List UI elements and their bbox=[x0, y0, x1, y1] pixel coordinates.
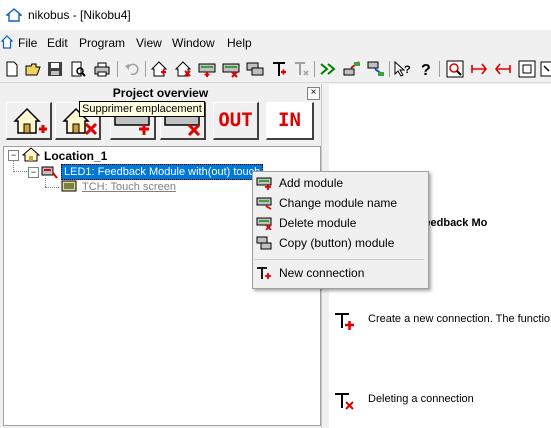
menu-help[interactable]: Help bbox=[227, 36, 252, 50]
toolbar-separator bbox=[439, 61, 440, 77]
tooltip: Supprimer emplacement bbox=[79, 101, 205, 117]
toolbar-separator bbox=[117, 61, 118, 77]
menu-item-new-connection[interactable]: New connection bbox=[279, 266, 364, 280]
toolbar-separator bbox=[389, 61, 390, 77]
new-connection-icon bbox=[256, 266, 272, 280]
delete-module-icon[interactable] bbox=[222, 60, 240, 78]
tree-item-touchscreen[interactable]: TCH: Touch screen bbox=[82, 181, 176, 193]
save-icon[interactable] bbox=[46, 60, 64, 78]
delete-connection-icon bbox=[333, 391, 355, 411]
menu-separator bbox=[255, 259, 424, 260]
module-up-icon[interactable] bbox=[343, 60, 361, 78]
panel-close-button[interactable]: × bbox=[307, 87, 320, 100]
details-row-delete-connection: Deleting a connection bbox=[368, 393, 474, 405]
menu-program[interactable]: Program bbox=[79, 36, 125, 50]
undo-icon[interactable] bbox=[123, 60, 141, 78]
tree-line bbox=[45, 178, 46, 187]
copy-module-icon bbox=[256, 236, 272, 250]
document-icon[interactable] bbox=[0, 35, 14, 49]
panel-title: Project overview bbox=[112, 86, 209, 100]
details-row-new-connection: Create a new connection. The functio bbox=[368, 313, 551, 325]
menu-item-change-module-name[interactable]: Change module name bbox=[279, 196, 397, 210]
module-down-icon[interactable] bbox=[367, 60, 385, 78]
tree-line bbox=[45, 187, 59, 188]
menu-window[interactable]: Window bbox=[172, 36, 215, 50]
menu-item-copy-module[interactable]: Copy (button) module bbox=[279, 236, 394, 250]
tree-expander[interactable]: − bbox=[8, 150, 19, 161]
terminal-icon[interactable] bbox=[270, 60, 288, 78]
tree-expander[interactable]: − bbox=[28, 167, 39, 178]
touchscreen-icon bbox=[61, 180, 77, 192]
out-button[interactable]: OUT bbox=[213, 102, 259, 140]
copy-module-icon[interactable] bbox=[246, 60, 264, 78]
print-icon[interactable] bbox=[93, 60, 111, 78]
module-icon bbox=[41, 164, 58, 179]
open-icon[interactable] bbox=[24, 60, 42, 78]
add-module-icon[interactable] bbox=[198, 60, 216, 78]
arrows-icon[interactable] bbox=[319, 60, 337, 78]
tree-item-module[interactable]: LED1: Feedback Module with(out) touch bbox=[61, 164, 264, 180]
connect-right-icon[interactable] bbox=[470, 60, 488, 78]
tree-line bbox=[13, 171, 27, 172]
tree-item-location[interactable]: Location_1 bbox=[44, 149, 107, 163]
search-icon[interactable] bbox=[446, 60, 464, 78]
menu-view[interactable]: View bbox=[136, 36, 162, 50]
new-connection-icon bbox=[333, 311, 355, 331]
delete-module-icon bbox=[256, 216, 272, 230]
menu-edit[interactable]: Edit bbox=[47, 36, 68, 50]
help-pointer-icon[interactable]: ? bbox=[393, 60, 411, 78]
add-location-button[interactable] bbox=[6, 102, 52, 140]
in-button[interactable]: IN bbox=[266, 102, 314, 140]
tree-line bbox=[13, 160, 14, 170]
new-icon[interactable] bbox=[3, 60, 21, 78]
house-icon bbox=[21, 147, 41, 162]
toolbar-separator bbox=[145, 61, 146, 77]
window-title: nikobus - [Nikobu4] bbox=[28, 8, 131, 22]
delete-location-icon[interactable] bbox=[174, 60, 192, 78]
grid-icon[interactable] bbox=[518, 60, 536, 78]
add-module-icon bbox=[256, 176, 272, 190]
expand-icon[interactable] bbox=[540, 60, 551, 78]
connect-left-icon[interactable] bbox=[494, 60, 512, 78]
svg-text:?: ? bbox=[421, 62, 431, 78]
svg-text:?: ? bbox=[404, 64, 411, 76]
menu-item-add-module[interactable]: Add module bbox=[279, 176, 343, 190]
toolbar-separator bbox=[314, 61, 315, 77]
app-icon bbox=[5, 8, 23, 22]
menu-file[interactable]: File bbox=[18, 36, 37, 50]
help-icon[interactable]: ? bbox=[417, 60, 435, 78]
rename-module-icon bbox=[256, 196, 272, 210]
print-preview-icon[interactable] bbox=[69, 60, 87, 78]
terminal-x-icon[interactable] bbox=[292, 60, 310, 78]
menu-item-delete-module[interactable]: Delete module bbox=[279, 216, 356, 230]
house-plus-icon bbox=[13, 107, 47, 134]
add-location-icon[interactable] bbox=[150, 60, 168, 78]
